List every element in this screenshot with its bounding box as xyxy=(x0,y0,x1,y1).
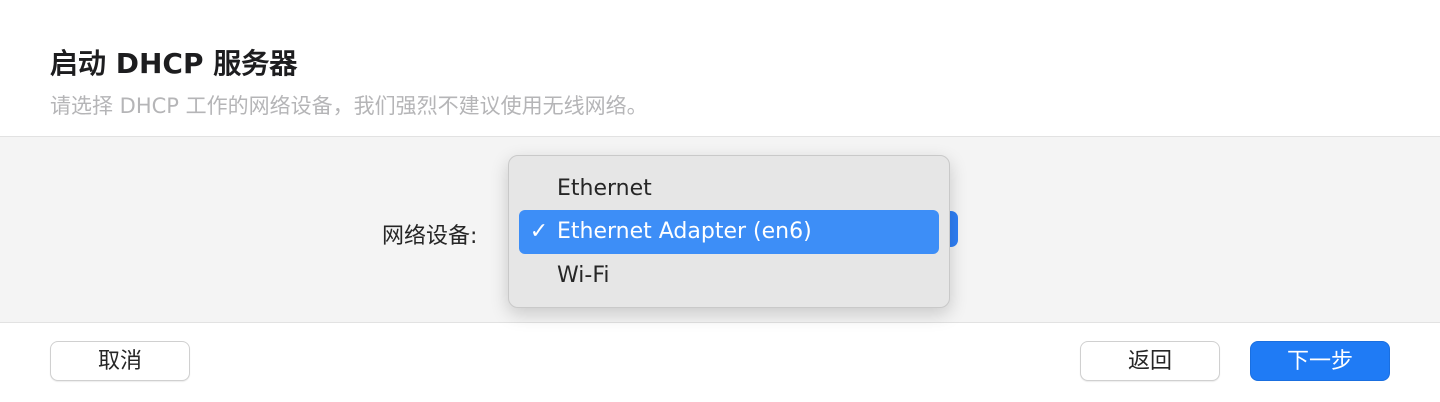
cancel-button[interactable]: 取消 xyxy=(50,341,190,381)
dialog-subtitle: 请选择 DHCP 工作的网络设备，我们强烈不建议使用无线网络。 xyxy=(50,94,648,118)
menu-item-label: Ethernet Adapter (en6) xyxy=(557,219,812,244)
network-device-menu: Ethernet ✓ Ethernet Adapter (en6) Wi-Fi xyxy=(508,155,950,308)
checkmark-icon: ✓ xyxy=(529,219,549,244)
menu-item-ethernet-adapter-en6[interactable]: ✓ Ethernet Adapter (en6) xyxy=(519,210,939,254)
menu-item-label: Ethernet xyxy=(557,176,652,201)
network-device-label: 网络设备: xyxy=(382,224,478,249)
menu-item-wifi[interactable]: Wi-Fi xyxy=(519,254,939,298)
menu-item-label: Wi-Fi xyxy=(557,263,610,288)
dialog-title: 启动 DHCP 服务器 xyxy=(50,47,298,80)
dhcp-setup-dialog: 启动 DHCP 服务器 请选择 DHCP 工作的网络设备，我们强烈不建议使用无线… xyxy=(0,0,1440,402)
dialog-header: 启动 DHCP 服务器 请选择 DHCP 工作的网络设备，我们强烈不建议使用无线… xyxy=(0,0,1440,136)
next-button[interactable]: 下一步 xyxy=(1250,341,1390,381)
menu-item-ethernet[interactable]: Ethernet xyxy=(519,167,939,211)
back-button[interactable]: 返回 xyxy=(1080,341,1220,381)
